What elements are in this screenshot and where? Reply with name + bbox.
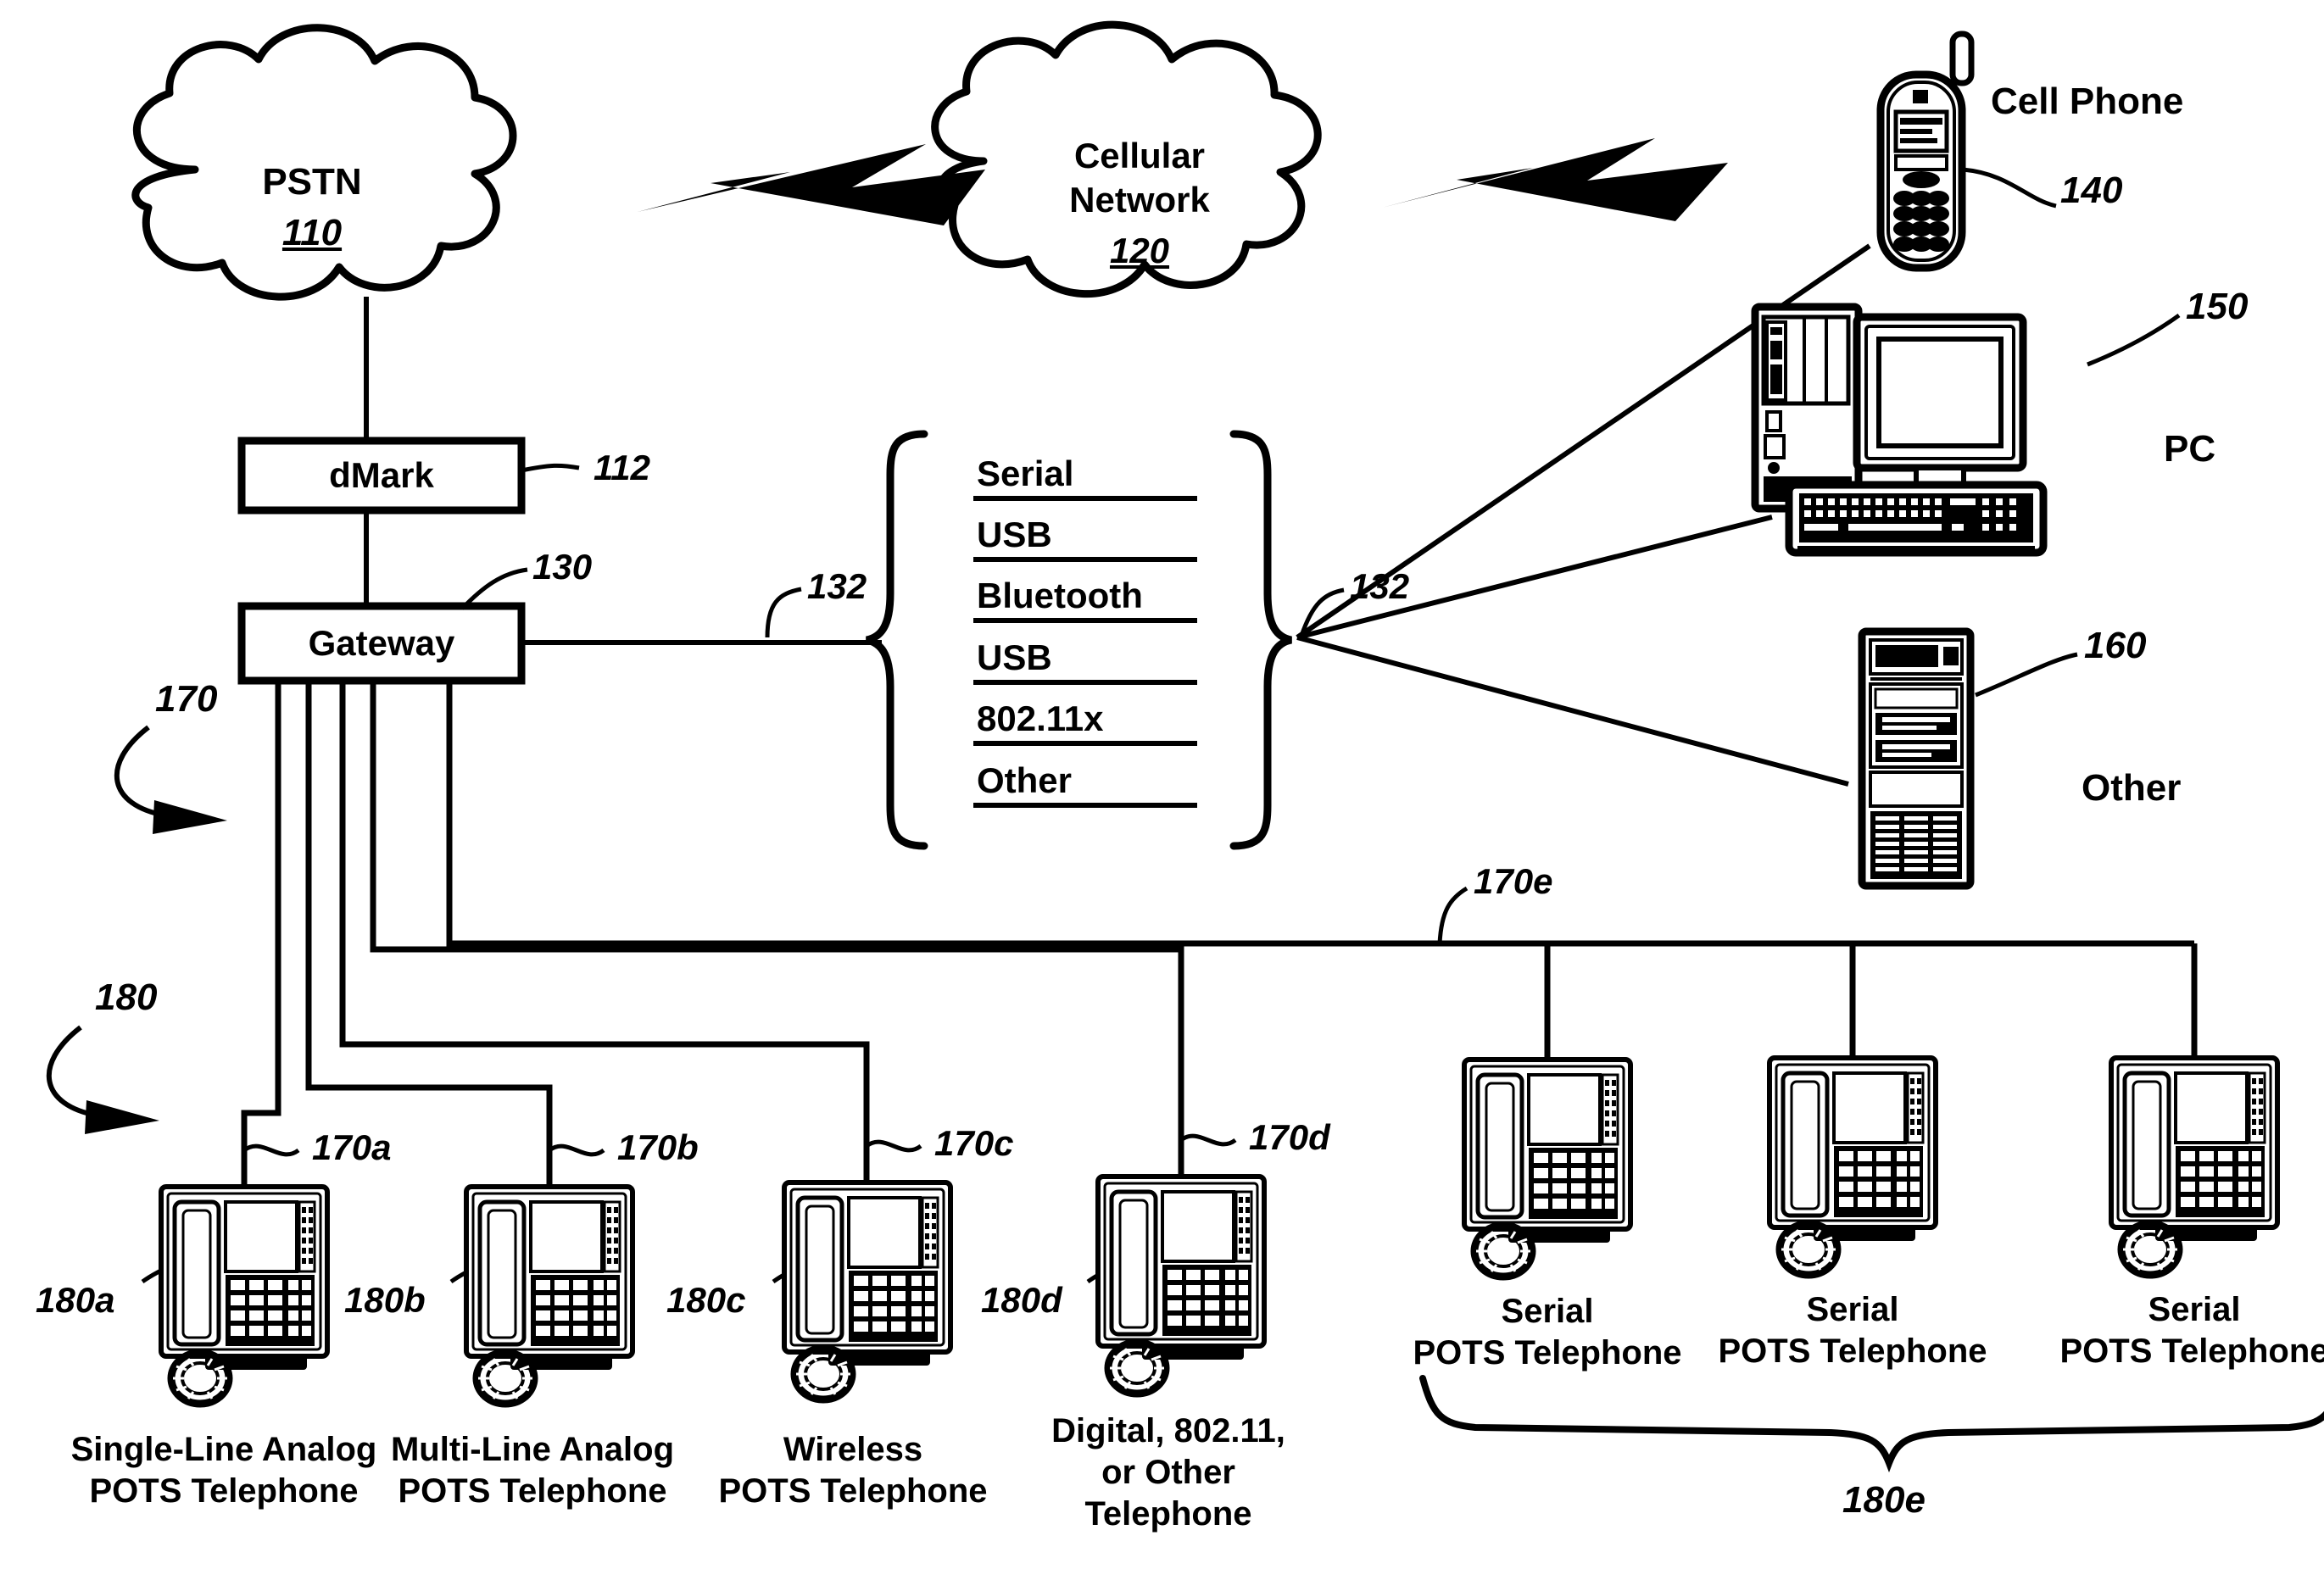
phone-serial-3-label-line2: POTS Telephone	[2059, 1333, 2324, 1370]
phone-serial-2-icon	[1769, 1058, 1936, 1275]
cellular-label-line1: Cellular	[1073, 136, 1206, 175]
phone-180b-ref: 180b	[344, 1280, 426, 1320]
pc-leader	[2087, 313, 2181, 367]
phone-180b-label-line1: Multi-Line Analog	[390, 1431, 675, 1468]
line-170d-path	[373, 946, 1184, 1177]
cell-phone-icon	[1876, 31, 1975, 272]
phone-180b-icon	[466, 1187, 633, 1404]
other-device-ref: 160	[2084, 625, 2147, 666]
interface-ref-right: 132	[1350, 566, 1410, 606]
phone-180d-label-line1: Digital, 802.11,	[1051, 1412, 1285, 1449]
group-170-arrowhead	[153, 800, 227, 834]
phone-180a-label-line1: Single-Line Analog	[70, 1431, 377, 1468]
phone-180a-ref: 180a	[36, 1280, 115, 1320]
cellular-ref: 120	[1109, 231, 1170, 270]
cellular-label-line2: Network	[1069, 180, 1210, 220]
group-170-ref: 170	[155, 678, 218, 720]
other-device-leader	[1975, 652, 2078, 698]
group-180-arrowhead	[85, 1100, 159, 1134]
pc-ref: 150	[2186, 286, 2249, 327]
interface-item-80211x: 802.11x	[977, 698, 1104, 738]
interface-item-bluetooth: Bluetooth	[977, 576, 1143, 615]
interface-ref-leader-left	[765, 587, 802, 638]
phone-180a-label-line2: POTS Telephone	[89, 1472, 359, 1510]
interface-item-usb-1: USB	[977, 515, 1052, 554]
pc-icon	[1751, 303, 2048, 557]
group-180e-ref: 180e	[1842, 1479, 1926, 1521]
phone-serial-1-label-line2: POTS Telephone	[1413, 1334, 1682, 1371]
interface-item-serial: Serial	[977, 453, 1074, 493]
pstn-label: PSTN	[262, 161, 362, 203]
phone-180c-ref: 180c	[666, 1280, 746, 1320]
dmark-ref: 112	[594, 448, 650, 487]
phone-serial-3-icon	[2111, 1058, 2277, 1275]
phone-180d-label-line2: or Other	[1101, 1454, 1235, 1491]
phone-180d-icon	[1098, 1177, 1264, 1394]
group-180-ref: 180	[95, 976, 158, 1018]
rf-link-icon-pstn-cellular	[638, 144, 985, 225]
interface-ref-left: 132	[807, 566, 867, 606]
phone-180c-label-line1: Wireless	[783, 1431, 923, 1468]
line-170c-ref: 170c	[934, 1123, 1014, 1163]
interface-item-usb-2: USB	[977, 637, 1052, 677]
gateway-drop-lines	[275, 677, 453, 1116]
phone-serial-2-label-line1: Serial	[1806, 1291, 1899, 1328]
diagram-canvas: PSTN 110 Cellular Network 120 dMark 112 …	[0, 0, 2324, 1569]
phone-180b-label-line2: POTS Telephone	[398, 1472, 667, 1510]
other-device-label: Other	[2082, 767, 2182, 809]
line-170a-ref: 170a	[312, 1127, 392, 1167]
phone-180d-label-line3: Telephone	[1084, 1495, 1252, 1533]
phone-180c-icon	[784, 1182, 950, 1399]
phone-180a-icon	[161, 1187, 327, 1404]
interface-brace-right	[1229, 430, 1293, 850]
other-device-icon	[1858, 627, 1975, 890]
phone-serial-2-label-line2: POTS Telephone	[1718, 1333, 1987, 1370]
phone-180c-label-line2: POTS Telephone	[718, 1472, 988, 1510]
pstn-ref: 110	[281, 212, 343, 253]
phone-serial-3-label-line1: Serial	[2148, 1291, 2241, 1328]
phone-serial-1-label-line1: Serial	[1501, 1293, 1594, 1330]
line-170e-drops	[1544, 943, 2198, 1060]
line-170e-path	[446, 937, 2194, 947]
rf-link-icon-cellular-cellphone	[1382, 138, 1728, 221]
phone-serial-1-icon	[1464, 1060, 1630, 1277]
phone-180d-ref: 180d	[981, 1280, 1062, 1320]
line-170c-path	[343, 1041, 870, 1182]
line-170b-ref: 170b	[617, 1127, 699, 1167]
dmark-label: dMark	[329, 455, 434, 495]
cell-phone-ref: 140	[2060, 170, 2123, 211]
gateway-label: Gateway	[308, 623, 455, 663]
interface-brace-left	[865, 430, 928, 850]
pc-label: PC	[2164, 428, 2216, 470]
gateway-ref: 130	[532, 547, 593, 587]
cell-phone-label: Cell Phone	[1991, 81, 2184, 122]
line-170d-ref: 170d	[1249, 1117, 1330, 1157]
dmark-leader	[521, 463, 580, 473]
cell-phone-leader	[1962, 167, 2057, 209]
group-180e-brace	[1419, 1375, 2324, 1473]
line-170e-ref: 170e	[1474, 861, 1553, 901]
interface-item-other: Other	[977, 760, 1073, 800]
